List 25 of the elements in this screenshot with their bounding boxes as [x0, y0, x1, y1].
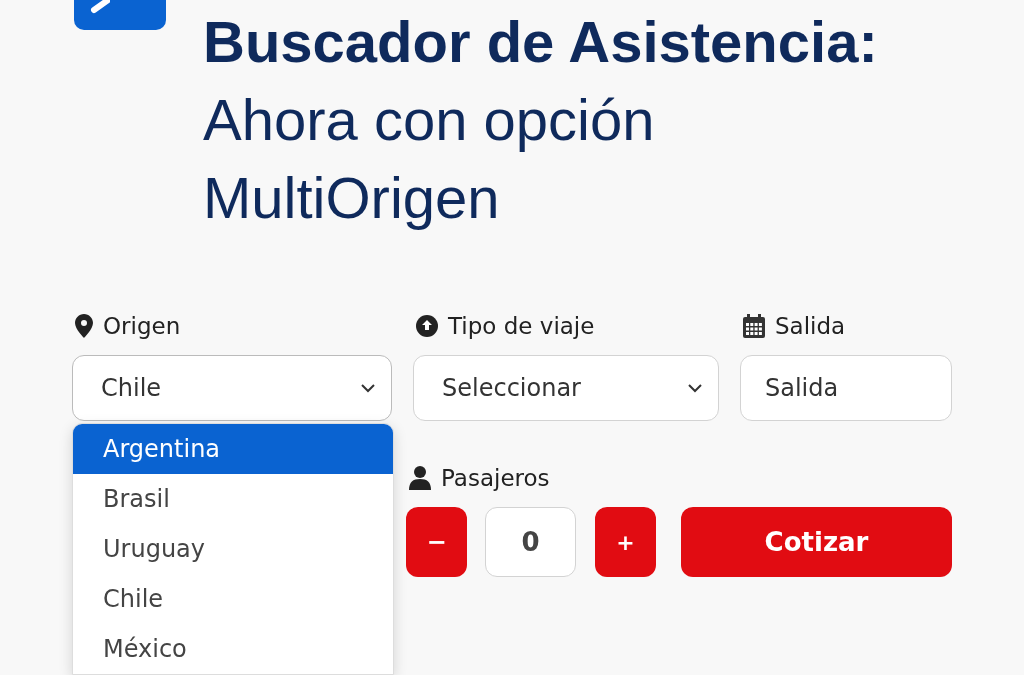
increment-button[interactable]: +: [595, 507, 656, 577]
passenger-count-field[interactable]: 0: [485, 507, 576, 577]
person-icon: [409, 466, 431, 490]
heading-title: Buscador de Asistencia:: [203, 8, 878, 76]
upload-circle-icon: [416, 315, 438, 337]
date-input-field[interactable]: Salida: [740, 355, 952, 421]
field-label: Origen: [103, 313, 181, 339]
heading-subtitle: Ahora con opción: [203, 86, 656, 154]
field-label: Tipo de viaje: [448, 313, 595, 339]
chevron-down-icon: [361, 383, 375, 393]
dropdown-option[interactable]: Uruguay: [73, 524, 393, 574]
select-field[interactable]: Seleccionar: [413, 355, 719, 421]
field-label: Pasajeros: [441, 465, 550, 491]
chevron-down-icon: [688, 383, 702, 393]
select-field[interactable]: Chile: [72, 355, 392, 421]
dropdown-option[interactable]: México: [73, 624, 393, 674]
decrement-button[interactable]: −: [406, 507, 467, 577]
quote-button[interactable]: Cotizar: [681, 507, 952, 577]
heading-subtitle: MultiOrigen: [203, 164, 501, 232]
location-pin-icon: [75, 314, 93, 338]
calendar-icon: [743, 314, 765, 338]
field-label: Salida: [775, 313, 846, 339]
dropdown-option[interactable]: Brasil: [73, 474, 393, 524]
dropdown-option[interactable]: Argentina: [73, 424, 393, 474]
dropdown-option[interactable]: Chile: [73, 574, 393, 624]
